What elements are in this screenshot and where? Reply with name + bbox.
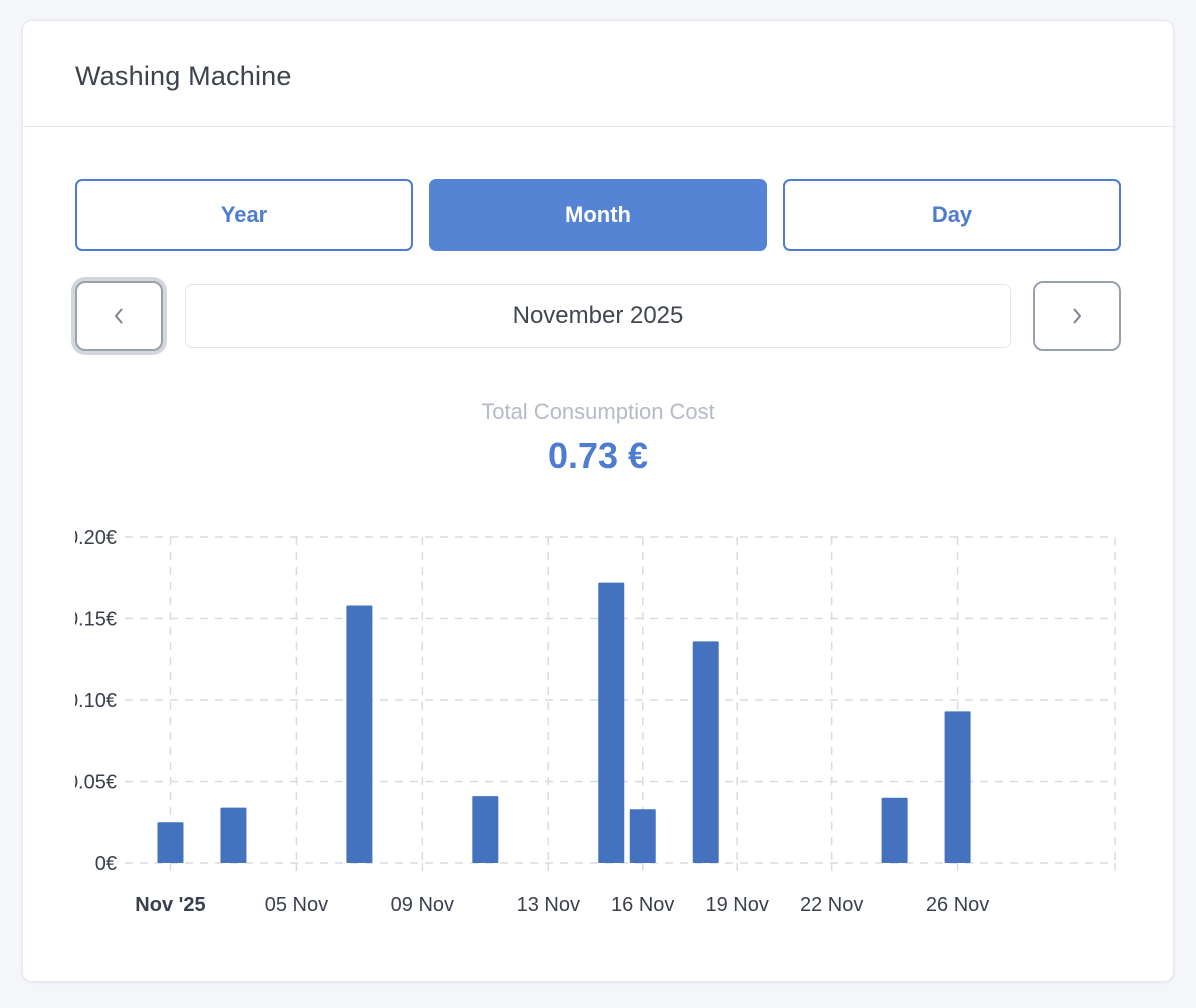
- x-axis-tick-label: 19 Nov: [706, 894, 769, 916]
- bar-chart-svg: 0€ 0.05€ 0.10€ 0.15€ 0.20€ Nov '25 05 Nov 09 No…: [75, 527, 1121, 927]
- total-consumption: Total Consumption Cost 0.73 €: [75, 399, 1121, 477]
- x-axis-tick-label: 26 Nov: [926, 894, 989, 916]
- bar-nov-24[interactable]: [882, 798, 908, 863]
- x-axis-tick-label: 05 Nov: [265, 894, 328, 916]
- bar-nov-15[interactable]: [598, 583, 624, 863]
- period-label[interactable]: November 2025: [185, 284, 1011, 348]
- consumption-bar-chart: 0€ 0.05€ 0.10€ 0.15€ 0.20€ Nov '25 05 Nov 09 No…: [75, 527, 1121, 927]
- bar-nov-18[interactable]: [693, 641, 719, 863]
- card-header: Washing Machine: [23, 21, 1173, 127]
- page-title: Washing Machine: [75, 61, 1121, 92]
- x-axis-tick-label: 09 Nov: [391, 894, 454, 916]
- bar-nov-16[interactable]: [630, 809, 656, 863]
- bar-nov-11[interactable]: [472, 796, 498, 863]
- y-axis-tick-label: 0.20€: [75, 527, 117, 549]
- y-axis-tick-label: 0.05€: [75, 772, 117, 794]
- previous-period-button[interactable]: [75, 281, 163, 351]
- card-body: Year Month Day November 2025 Tot: [23, 127, 1173, 981]
- washing-machine-card: Washing Machine Year Month Day November …: [22, 20, 1174, 982]
- y-axis-tick-label: 0€: [95, 853, 117, 875]
- y-axis-tick-label: 0.15€: [75, 609, 117, 631]
- y-axis-tick-label: 0.10€: [75, 690, 117, 712]
- x-axis-tick-label: Nov '25: [135, 894, 205, 916]
- bar-nov-3[interactable]: [220, 808, 246, 863]
- total-consumption-value: 0.73 €: [75, 435, 1121, 477]
- range-tabs: Year Month Day: [75, 179, 1121, 251]
- bar-nov-7[interactable]: [346, 605, 372, 863]
- x-axis-tick-label: 13 Nov: [517, 894, 580, 916]
- period-navigation: November 2025: [75, 281, 1121, 351]
- x-axis-tick-label: 16 Nov: [611, 894, 674, 916]
- chevron-right-icon: [1065, 304, 1089, 328]
- total-consumption-label: Total Consumption Cost: [75, 399, 1121, 425]
- bar-nov-1[interactable]: [157, 822, 183, 863]
- chevron-left-icon: [107, 304, 131, 328]
- tab-year[interactable]: Year: [75, 179, 413, 251]
- tab-day[interactable]: Day: [783, 179, 1121, 251]
- tab-month[interactable]: Month: [429, 179, 767, 251]
- x-axis-tick-label: 22 Nov: [800, 894, 863, 916]
- bar-nov-26[interactable]: [945, 711, 971, 863]
- next-period-button[interactable]: [1033, 281, 1121, 351]
- page-background: Washing Machine Year Month Day November …: [0, 0, 1196, 1008]
